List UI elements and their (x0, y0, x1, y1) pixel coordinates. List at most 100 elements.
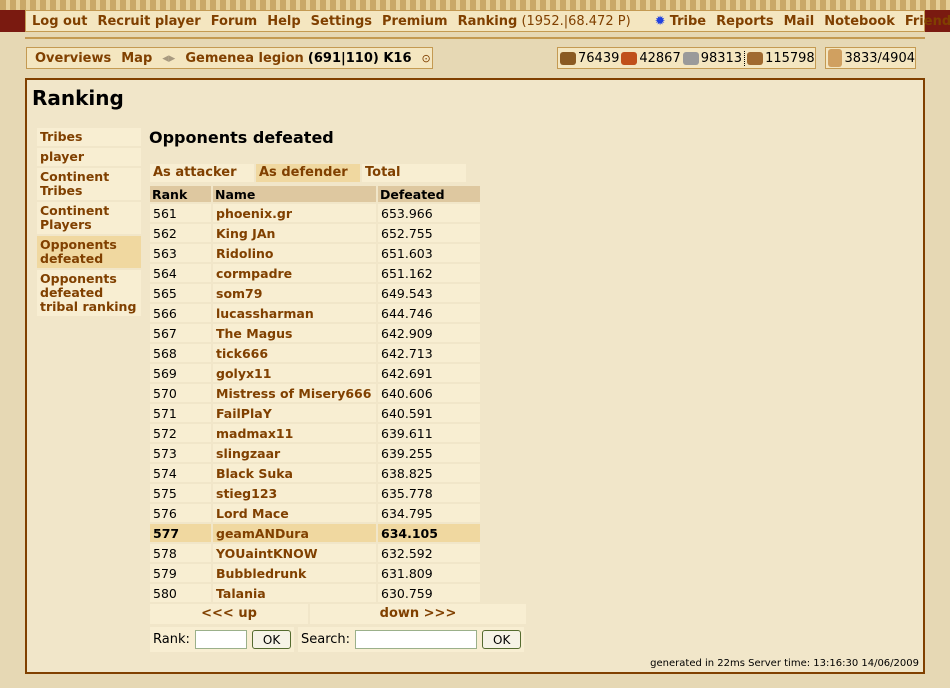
search-forms: Rank: OK Search: OK (150, 627, 524, 652)
defeated-cell: 634.795 (378, 504, 480, 522)
rank-ok-button[interactable]: OK (251, 630, 292, 649)
player-link[interactable]: The Magus (216, 326, 292, 341)
table-row: 580 Talania 630.759 (150, 584, 480, 602)
wood-icon (560, 51, 576, 65)
player-link[interactable]: FailPlaY (216, 406, 272, 421)
player-link[interactable]: Black Suka (216, 466, 293, 481)
name-cell: King JAn (213, 224, 376, 242)
player-link[interactable]: golyx11 (216, 366, 271, 381)
menu-recruit-player[interactable]: Recruit player (97, 14, 200, 29)
menu-help[interactable]: Help (267, 14, 300, 29)
defeated-cell: 640.591 (378, 404, 480, 422)
menu-notebook[interactable]: Notebook (824, 14, 895, 29)
village-coords: (691|110) K16 (307, 50, 412, 66)
sidebar-item-opponents-defeated-tribal[interactable]: Opponents defeated tribal ranking (40, 271, 136, 314)
page-down-link[interactable]: down >>> (380, 606, 457, 621)
name-cell: phoenix.gr (213, 204, 376, 222)
player-link[interactable]: Ridolino (216, 246, 274, 261)
search-ok-button[interactable]: OK (482, 630, 522, 649)
pagination: <<< up down >>> (150, 604, 526, 624)
player-link[interactable]: lucassharman (216, 306, 314, 321)
defeated-cell: 642.713 (378, 344, 480, 362)
defeated-cell: 651.162 (378, 264, 480, 282)
player-link[interactable]: som79 (216, 286, 262, 301)
defeated-cell: 632.592 (378, 544, 480, 562)
menu-tribe[interactable]: Tribe (670, 14, 706, 29)
player-link[interactable]: Bubbledrunk (216, 566, 306, 581)
rank-input[interactable] (194, 630, 247, 649)
player-link[interactable]: stieg123 (216, 486, 277, 501)
iron-icon (682, 51, 699, 65)
defeated-cell: 640.606 (378, 384, 480, 402)
rank-cell: 579 (150, 564, 211, 582)
name-cell: Ridolino (213, 244, 376, 262)
tab-as-defender[interactable]: As defender (259, 165, 348, 180)
menu-mail[interactable]: Mail (784, 14, 815, 29)
col-defeated: Defeated (378, 186, 480, 202)
table-row: 574 Black Suka 638.825 (150, 464, 480, 482)
player-link[interactable]: Lord Mace (216, 506, 289, 521)
table-row: 570 Mistress of Misery666 640.606 (150, 384, 480, 402)
name-cell: Bubbledrunk (213, 564, 376, 582)
tab-as-attacker[interactable]: As attacker (153, 165, 237, 180)
storage-amount: 115798 (765, 50, 815, 66)
rank-cell: 578 (150, 544, 211, 562)
page-up-link[interactable]: <<< up (201, 606, 257, 621)
overviews-link[interactable]: Overviews (35, 51, 111, 66)
menu-settings[interactable]: Settings (311, 14, 372, 29)
player-link[interactable]: slingzaar (216, 446, 280, 461)
col-rank: Rank (150, 186, 211, 202)
defeated-cell: 642.909 (378, 324, 480, 342)
table-row: 568 tick666 642.713 (150, 344, 480, 362)
sidebar-item-continent-tribes[interactable]: Continent Tribes (40, 169, 109, 198)
rank-cell: 574 (150, 464, 211, 482)
name-cell: Black Suka (213, 464, 376, 482)
player-link[interactable]: cormpadre (216, 266, 292, 281)
menu-ranking[interactable]: Ranking (458, 14, 518, 29)
page-title: Ranking (32, 86, 124, 110)
player-link[interactable]: Mistress of Misery666 (216, 386, 371, 401)
menu-reports[interactable]: Reports (716, 14, 773, 29)
rank-cell: 572 (150, 424, 211, 442)
divider (25, 37, 925, 39)
menu-logout[interactable]: Log out (32, 14, 87, 29)
player-link[interactable]: phoenix.gr (216, 206, 292, 221)
clay-icon (621, 51, 638, 65)
player-link[interactable]: geamANDura (216, 526, 309, 541)
menu-premium[interactable]: Premium (382, 14, 448, 29)
sidebar-item-opponents-defeated[interactable]: Opponents defeated (40, 237, 117, 266)
defeated-cell: 652.755 (378, 224, 480, 242)
name-cell: golyx11 (213, 364, 376, 382)
player-link[interactable]: tick666 (216, 346, 268, 361)
search-label: Search: (301, 632, 351, 647)
prev-next-arrows-icon[interactable]: ◂▸ (162, 51, 175, 66)
menu-friends[interactable]: Friends (905, 14, 950, 29)
top-menu: Log out Recruit player Forum Help Settin… (25, 10, 950, 32)
defeated-cell: 651.603 (378, 244, 480, 262)
section-heading: Opponents defeated (149, 128, 334, 147)
player-link[interactable]: King JAn (216, 226, 275, 241)
sidebar-item-player[interactable]: player (40, 149, 84, 164)
table-row: 565 som79 649.543 (150, 284, 480, 302)
rank-cell: 568 (150, 344, 211, 362)
sidebar-item-tribes[interactable]: Tribes (40, 129, 82, 144)
search-input[interactable] (355, 630, 478, 649)
name-cell: slingzaar (213, 444, 376, 462)
village-name[interactable]: Gemenea legion (185, 51, 303, 66)
population-box: 3833/4904 (825, 47, 916, 69)
defeated-cell: 644.746 (378, 304, 480, 322)
tabs: As attacker As defender Total (150, 164, 466, 182)
menu-forum[interactable]: Forum (211, 14, 258, 29)
ranking-detail: (1952.|68.472 P) (521, 13, 631, 29)
player-link[interactable]: Talania (216, 586, 266, 601)
map-link[interactable]: Map (121, 51, 152, 66)
village-menu-icon[interactable]: ⊙ (422, 52, 431, 65)
defeated-cell: 638.825 (378, 464, 480, 482)
table-row: 572 madmax11 639.611 (150, 424, 480, 442)
player-link[interactable]: YOUaintKNOW (216, 546, 318, 561)
tab-total[interactable]: Total (365, 165, 401, 180)
player-link[interactable]: madmax11 (216, 426, 293, 441)
rank-label: Rank: (153, 632, 190, 647)
name-cell: The Magus (213, 324, 376, 342)
sidebar-item-continent-players[interactable]: Continent Players (40, 203, 109, 232)
